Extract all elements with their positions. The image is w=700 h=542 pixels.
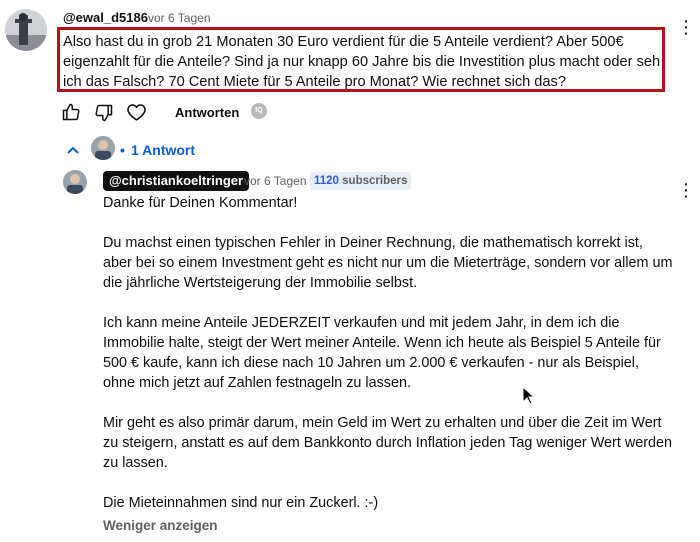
heart-icon[interactable] — [126, 102, 147, 122]
comment-more-vert-icon[interactable]: ⋮ — [677, 18, 695, 36]
reply-paragraph: Ich kann meine Anteile JEDERZEIT verkauf… — [103, 315, 661, 391]
subscriber-badge: 1120 subscribers — [310, 172, 412, 190]
show-less-button[interactable]: Weniger anzeigen — [103, 518, 218, 533]
mouse-cursor-icon — [522, 385, 536, 410]
reply-author-chip[interactable]: @christiankoeltringer — [103, 171, 250, 191]
commenter-avatar[interactable] — [5, 9, 47, 51]
replies-toggle-dot: • — [120, 142, 125, 158]
reply-more-vert-icon[interactable]: ⋮ — [677, 181, 695, 199]
comment-timestamp[interactable]: vor 6 Tagen — [148, 11, 211, 25]
comment-author[interactable]: @ewal_d5186 — [63, 10, 148, 25]
reply-preview-avatar — [91, 136, 115, 160]
reply-paragraph: Die Mieteinnahmen sind nur ein Zuckerl. … — [103, 495, 379, 511]
reply-paragraph: Du machst einen typischen Fehler in Dein… — [103, 235, 673, 291]
subscriber-label: subscribers — [342, 175, 408, 187]
dislike-icon[interactable] — [94, 103, 114, 123]
reply-paragraph: Danke für Deinen Kommentar! — [103, 195, 298, 211]
reply-timestamp[interactable]: vor 6 Tagen — [244, 174, 307, 188]
comment-text: Also hast du in grob 21 Monaten 30 Euro … — [63, 34, 661, 90]
reply-author-avatar[interactable] — [63, 170, 87, 194]
chevron-up-icon[interactable] — [66, 143, 80, 162]
reply-button[interactable]: Antworten — [175, 105, 239, 120]
ai-badge-icon[interactable]: IQ — [251, 103, 267, 119]
reply-paragraph: Mir geht es also primär darum, mein Geld… — [103, 415, 673, 471]
subscriber-count: 1120 — [314, 175, 339, 187]
replies-toggle[interactable]: 1 Antwort — [131, 142, 195, 158]
reply-text: Danke für Deinen Kommentar! Du machst ei… — [103, 193, 673, 533]
like-icon[interactable] — [61, 102, 81, 122]
